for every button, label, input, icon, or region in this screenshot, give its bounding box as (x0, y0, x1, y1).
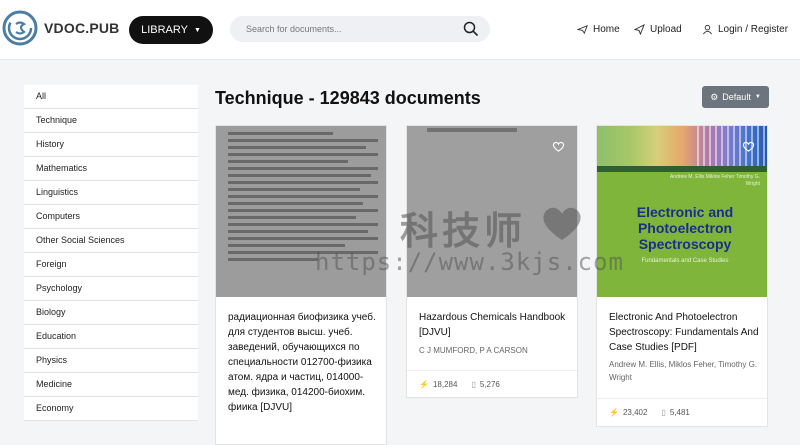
cover-title: Electronic and Photoelectron Spectroscop… (636, 204, 734, 252)
sidebar-item-linguistics[interactable]: Linguistics (24, 181, 198, 205)
document-thumbnail[interactable] (216, 126, 386, 297)
sidebar-item-other-social-sciences[interactable]: Other Social Sciences (24, 229, 198, 253)
sidebar-item-physics[interactable]: Physics (24, 349, 198, 373)
nav-home-label: Home (593, 24, 620, 35)
nav-upload-label: Upload (650, 24, 682, 35)
nav-login-label: Login / Register (718, 24, 789, 35)
search-input[interactable] (246, 16, 456, 42)
document-card[interactable]: Hazardous Chemicals Handbook [DJVU] C J … (406, 125, 578, 398)
category-sidebar: All Technique History Mathematics Lingui… (24, 85, 198, 421)
heart-icon[interactable] (742, 140, 755, 153)
sidebar-item-all[interactable]: All (24, 85, 198, 109)
library-label: LIBRARY (141, 24, 188, 36)
downloads-stat: ▯ 5,276 (471, 380, 499, 389)
sidebar-item-economy[interactable]: Economy (24, 397, 198, 421)
library-button[interactable]: LIBRARY ▼ (129, 16, 213, 44)
document-title[interactable]: Hazardous Chemicals Handbook [DJVU] (419, 310, 569, 340)
scanned-page-texture (228, 132, 378, 265)
gear-icon: ⚙ (710, 91, 719, 102)
sidebar-item-technique[interactable]: Technique (24, 109, 198, 133)
paper-plane-icon (634, 24, 645, 35)
downloads-count: 5,276 (479, 380, 500, 389)
cover-subtitle: Fundamentals and Case Studies (641, 258, 729, 264)
document-stats: ⚡ 18,284 ▯ 5,276 (419, 380, 500, 389)
views-stat: ⚡ 23,402 (609, 408, 647, 417)
sidebar-item-education[interactable]: Education (24, 325, 198, 349)
nav-home[interactable]: Home (577, 24, 620, 35)
top-bar: VDOC.PUB LIBRARY ▼ Home Upload Login / R… (0, 0, 800, 60)
document-title[interactable]: радиационная биофизика учеб. для студент… (228, 310, 378, 415)
search-icon[interactable] (463, 21, 479, 37)
home-icon (577, 25, 588, 35)
heart-icon[interactable] (552, 140, 565, 153)
downloads-count: 5,481 (669, 408, 690, 417)
cover-authors: Andrew M. Ellis Miklos Feher Timothy G. … (669, 174, 760, 187)
lightning-icon: ⚡ (419, 380, 429, 389)
chevron-down-icon: ▼ (193, 26, 201, 34)
page-title: Technique - 129843 documents (215, 88, 481, 108)
sidebar-item-psychology[interactable]: Psychology (24, 277, 198, 301)
sidebar-item-computers[interactable]: Computers (24, 205, 198, 229)
document-authors: C J MUMFORD, P A CARSON (419, 346, 528, 355)
search-bar (230, 16, 490, 42)
document-title[interactable]: Electronic And Photoelectron Spectroscop… (609, 310, 759, 355)
user-icon (703, 24, 712, 35)
brand-name[interactable]: VDOC.PUB (44, 20, 120, 36)
vdoc-logo-icon[interactable] (2, 10, 38, 46)
downloads-stat: ▯ 5,481 (661, 408, 689, 417)
views-count: 23,402 (622, 408, 648, 417)
sidebar-item-foreign[interactable]: Foreign (24, 253, 198, 277)
document-stats: ⚡ 23,402 ▯ 5,481 (609, 408, 690, 417)
caret-down-icon: ▼ (754, 94, 761, 100)
lightning-icon: ⚡ (609, 408, 619, 417)
sidebar-item-mathematics[interactable]: Mathematics (24, 157, 198, 181)
sidebar-item-biology[interactable]: Biology (24, 301, 198, 325)
file-icon: ▯ (471, 380, 476, 389)
sort-label: Default (722, 92, 751, 102)
nav-login[interactable]: Login / Register (702, 24, 788, 35)
views-stat: ⚡ 18,284 (419, 380, 457, 389)
document-card[interactable]: радиационная биофизика учеб. для студент… (215, 125, 387, 445)
sort-dropdown[interactable]: ⚙ Default ▼ (702, 86, 769, 108)
document-authors: Andrew M. Ellis, Miklos Feher, Timothy G… (609, 360, 758, 382)
sidebar-item-medicine[interactable]: Medicine (24, 373, 198, 397)
document-card[interactable]: Andrew M. Ellis Miklos Feher Timothy G. … (596, 125, 768, 427)
views-count: 18,284 (432, 380, 458, 389)
file-icon: ▯ (661, 408, 666, 417)
nav-upload[interactable]: Upload (634, 24, 682, 35)
sidebar-item-history[interactable]: History (24, 133, 198, 157)
